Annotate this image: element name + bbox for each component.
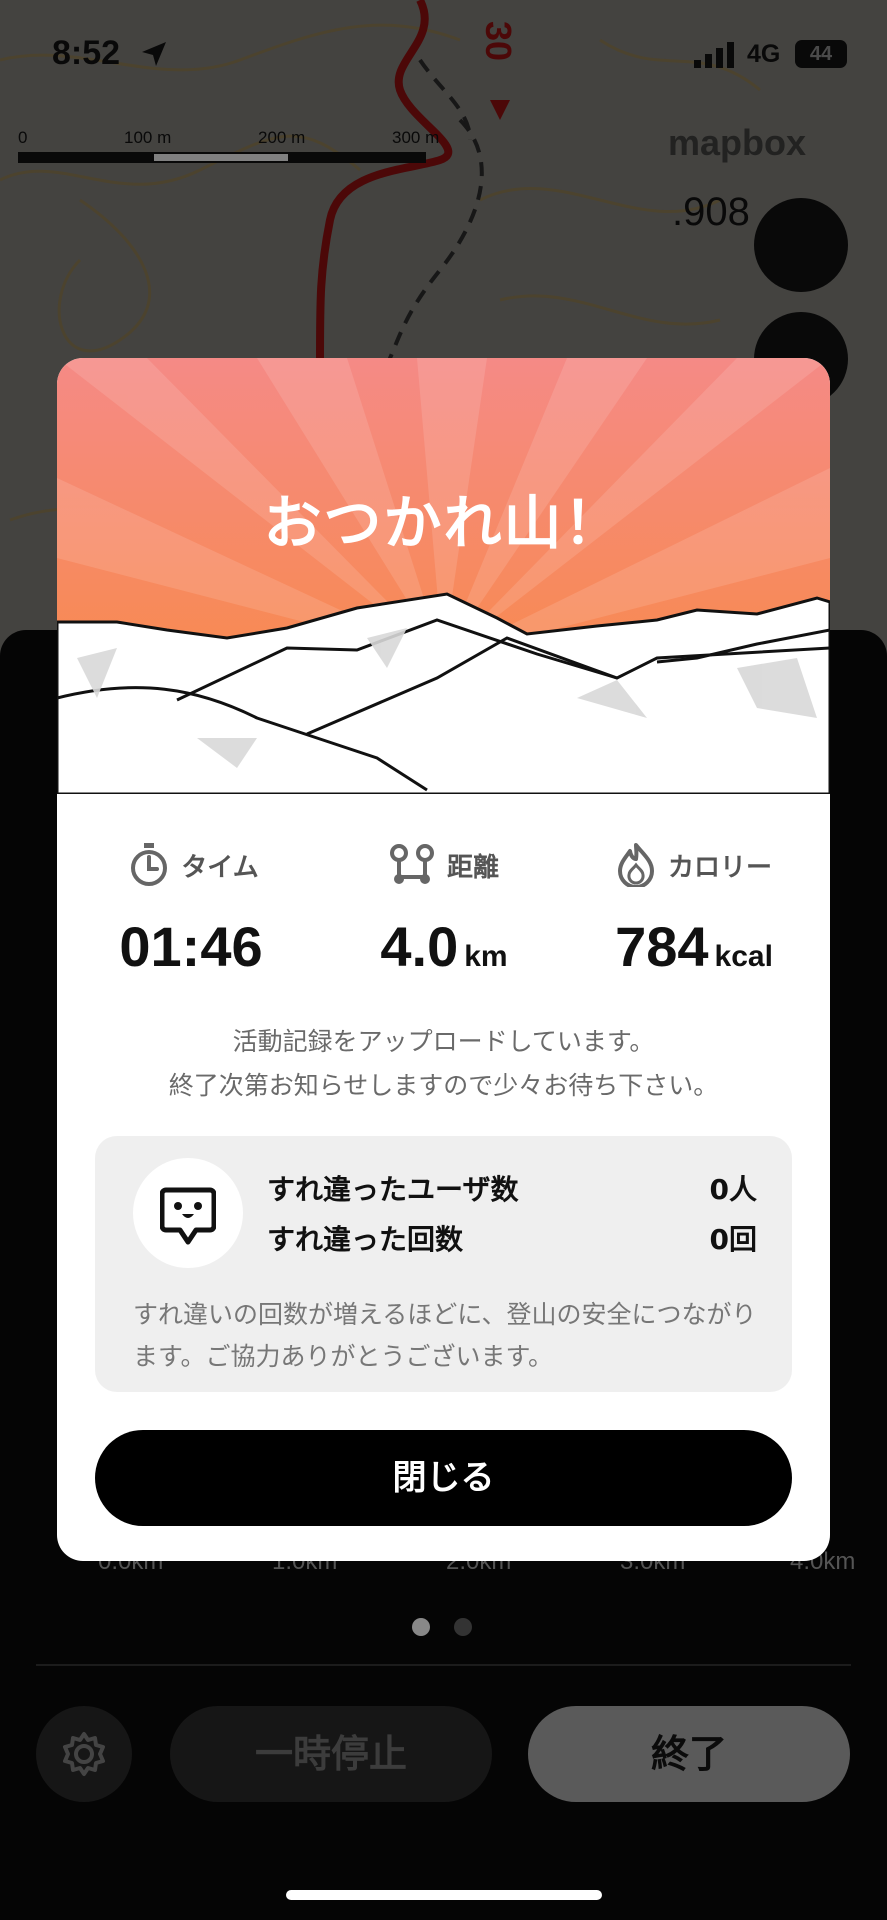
- stat-calories: カロリー 784 kcal: [569, 840, 819, 979]
- gear-icon: [63, 1732, 105, 1776]
- passing-info-card: すれ違ったユーザ数 0人 すれ違った回数 0回 すれ違いの回数が増えるほどに、登…: [95, 1136, 792, 1392]
- passed-users-row: すれ違ったユーザ数 0人: [267, 1168, 757, 1208]
- mountain-illustration: [57, 358, 830, 794]
- stopwatch-icon: [131, 843, 168, 886]
- home-indicator[interactable]: [286, 1890, 602, 1900]
- upload-notice: 活動記録をアップロードしています。 終了次第お知らせしますので少々お待ち下さい。: [168, 1027, 719, 1100]
- stat-distance: 距離 4.0 km: [319, 840, 569, 979]
- tracking-controls: 一時停止 終了: [0, 1706, 887, 1806]
- end-button[interactable]: 終了: [528, 1706, 850, 1802]
- stat-value: 01:46: [119, 915, 263, 978]
- passing-description: すれ違いの回数が増えるほどに、登山の安全につながります。ご協力ありがとうございま…: [133, 1300, 757, 1371]
- page-indicator: [412, 1618, 496, 1640]
- stat-label: カロリー: [667, 852, 772, 883]
- passed-count-value: 0回: [709, 1223, 757, 1256]
- stat-time: タイム 01:46: [69, 840, 319, 979]
- stat-label: タイム: [181, 852, 259, 883]
- stat-label: 距離: [446, 852, 499, 883]
- smiley-tag-icon: [160, 1187, 216, 1245]
- passed-users-label: すれ違ったユーザ数: [267, 1173, 519, 1206]
- close-button[interactable]: 閉じる: [95, 1430, 792, 1526]
- stat-unit: kcal: [714, 940, 773, 973]
- stat-value: 4.0: [380, 915, 459, 978]
- pause-button[interactable]: 一時停止: [170, 1706, 492, 1802]
- route-pin-icon: [389, 844, 434, 884]
- summit-complete-dialog: おつかれ山！ タイム 01:46 距離 4.0 km カロリー 784 kcal…: [57, 358, 830, 1561]
- pass-avatar: [133, 1158, 243, 1268]
- congrats-banner: おつかれ山！: [57, 358, 830, 794]
- dialog-title: おつかれ山！: [263, 489, 624, 557]
- settings-button[interactable]: [36, 1706, 132, 1802]
- divider: [36, 1664, 851, 1666]
- passed-count-row: すれ違った回数 0回: [267, 1218, 757, 1258]
- flame-icon: [617, 843, 654, 887]
- stat-unit: km: [464, 940, 508, 973]
- passed-users-value: 0人: [709, 1173, 757, 1206]
- passed-count-label: すれ違った回数: [267, 1223, 464, 1256]
- stat-value: 784: [615, 915, 709, 978]
